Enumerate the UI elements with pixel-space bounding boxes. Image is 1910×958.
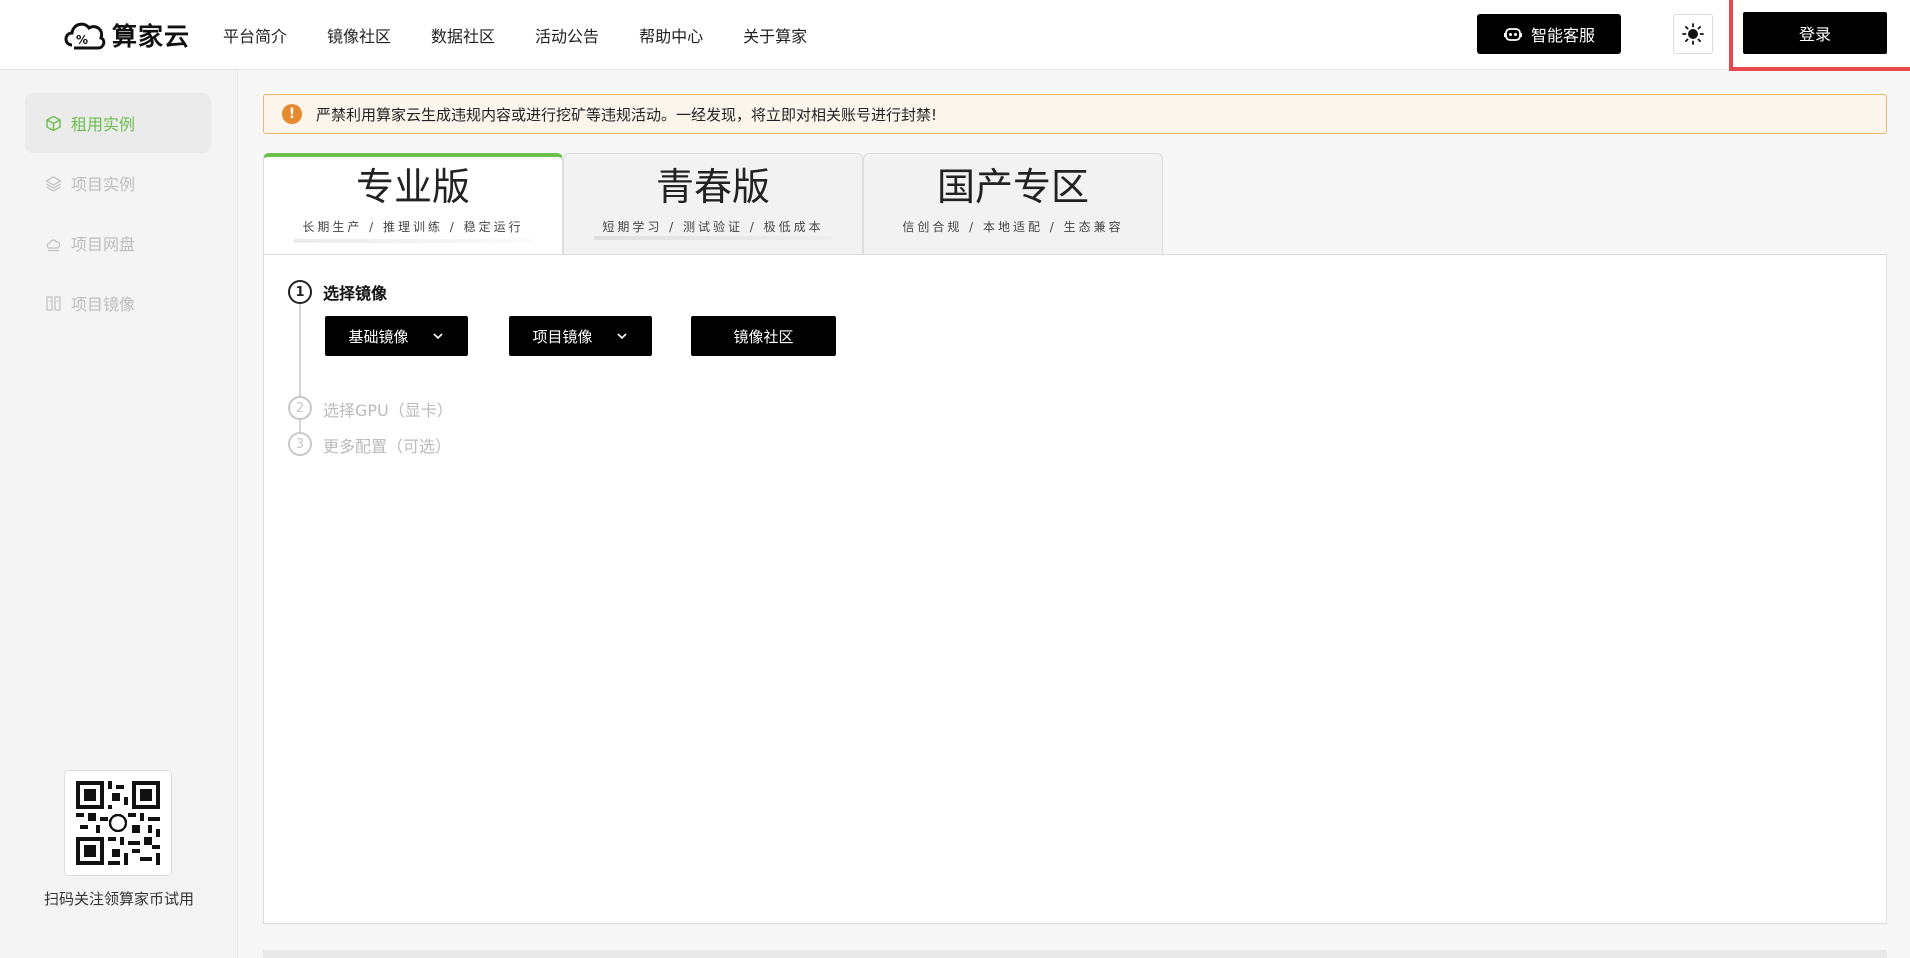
sidebar-item-rent-instance[interactable]: 租用实例 bbox=[25, 93, 211, 153]
cube-icon bbox=[46, 115, 61, 131]
smart-service-label: 智能客服 bbox=[1530, 26, 1595, 45]
sidebar-item-project-instance[interactable]: 项目实例 bbox=[25, 153, 211, 213]
sidebar-item-label: 项目实例 bbox=[71, 175, 136, 194]
tab-professional[interactable]: 专业版 长期生产 / 推理训练 / 稳定运行 bbox=[263, 153, 563, 255]
project-image-label: 项目镜像 bbox=[532, 327, 593, 346]
step-label-more-config: 更多配置（可选） bbox=[323, 437, 452, 456]
config-panel: 1 选择镜像 基础镜像 项目镜像 镜像社区 2 选择GPU（显卡） 3 更多配置… bbox=[263, 254, 1887, 924]
chevron-down-icon bbox=[616, 333, 627, 340]
qr-code bbox=[64, 770, 172, 876]
sidebar-item-project-image[interactable]: 项目镜像 bbox=[25, 273, 211, 333]
theme-toggle-button[interactable] bbox=[1673, 14, 1713, 54]
tab-subtitle-underline bbox=[594, 236, 832, 240]
sidebar-item-label: 租用实例 bbox=[71, 115, 136, 134]
nav-image-community[interactable]: 镜像社区 bbox=[327, 23, 391, 47]
tab-youth[interactable]: 青春版 短期学习 / 测试验证 / 极低成本 bbox=[563, 153, 863, 255]
main-nav: 平台简介 镜像社区 数据社区 活动公告 帮助中心 关于算家 bbox=[223, 0, 847, 70]
tab-subtitle: 信创合规 / 本地适配 / 生态兼容 bbox=[902, 220, 1124, 234]
sidebar-item-project-disk[interactable]: 项目网盘 bbox=[25, 213, 211, 273]
image-community-button[interactable]: 镜像社区 bbox=[691, 316, 836, 356]
tab-title: 专业版 bbox=[355, 165, 470, 209]
nav-help-center[interactable]: 帮助中心 bbox=[639, 23, 703, 47]
tab-subtitle: 短期学习 / 测试验证 / 极低成本 bbox=[602, 220, 824, 234]
nav-data-community[interactable]: 数据社区 bbox=[431, 23, 495, 47]
base-image-dropdown[interactable]: 基础镜像 bbox=[325, 316, 468, 356]
step-label-select-image: 选择镜像 bbox=[323, 284, 388, 303]
chevron-down-icon bbox=[432, 333, 443, 340]
nav-about[interactable]: 关于算家 bbox=[743, 23, 807, 47]
alert-text: 严禁利用算家云生成违规内容或进行挖矿等违规活动。一经发现，将立即对相关账号进行封… bbox=[316, 105, 938, 124]
base-image-label: 基础镜像 bbox=[348, 327, 409, 346]
step-connector-line bbox=[299, 304, 301, 451]
tab-subtitle-underline bbox=[294, 239, 532, 243]
robot-icon bbox=[1503, 28, 1522, 41]
tab-title: 国产专区 bbox=[936, 165, 1089, 209]
warning-alert: ! 严禁利用算家云生成违规内容或进行挖矿等违规活动。一经发现，将立即对相关账号进… bbox=[263, 94, 1887, 134]
login-button[interactable]: 登录 bbox=[1743, 12, 1887, 54]
svg-text:%: % bbox=[76, 33, 88, 47]
step-number-3: 3 bbox=[288, 432, 312, 456]
edition-tabs: 专业版 长期生产 / 推理训练 / 稳定运行 青春版 短期学习 / 测试验证 /… bbox=[263, 153, 1163, 255]
logo[interactable]: % 算家云 bbox=[62, 12, 190, 58]
qr-code-image bbox=[76, 781, 160, 865]
image-community-label: 镜像社区 bbox=[733, 327, 794, 346]
logo-icon: % bbox=[64, 22, 106, 50]
project-image-dropdown[interactable]: 项目镜像 bbox=[509, 316, 652, 356]
step-label-select-gpu: 选择GPU（显卡） bbox=[323, 401, 453, 420]
cloud-icon bbox=[46, 239, 61, 251]
sidebar-item-label: 项目镜像 bbox=[71, 295, 136, 314]
qr-caption: 扫码关注领算家币试用 bbox=[43, 890, 194, 908]
top-header: % 算家云 平台简介 镜像社区 数据社区 活动公告 帮助中心 关于算家 智能客服 bbox=[0, 0, 1910, 71]
sidebar: 租用实例 项目实例 项目网盘 项目镜像 扫码关注领算家币试用 bbox=[0, 70, 238, 958]
smart-service-button[interactable]: 智能客服 bbox=[1477, 14, 1621, 54]
nav-announcements[interactable]: 活动公告 bbox=[535, 23, 599, 47]
sun-icon bbox=[1682, 23, 1704, 45]
nav-platform-intro[interactable]: 平台简介 bbox=[223, 23, 287, 47]
exclamation-icon: ! bbox=[282, 104, 302, 124]
image-stack-icon bbox=[46, 295, 61, 311]
step-number-2: 2 bbox=[288, 396, 312, 420]
bottom-edge bbox=[263, 950, 1887, 958]
logo-text: 算家云 bbox=[112, 22, 191, 51]
sidebar-item-label: 项目网盘 bbox=[71, 235, 136, 254]
tab-title: 青春版 bbox=[655, 165, 770, 209]
step-number-1: 1 bbox=[288, 280, 312, 304]
layers-icon bbox=[45, 175, 62, 192]
tab-domestic[interactable]: 国产专区 信创合规 / 本地适配 / 生态兼容 bbox=[863, 153, 1163, 255]
tab-subtitle: 长期生产 / 推理训练 / 稳定运行 bbox=[302, 220, 524, 234]
